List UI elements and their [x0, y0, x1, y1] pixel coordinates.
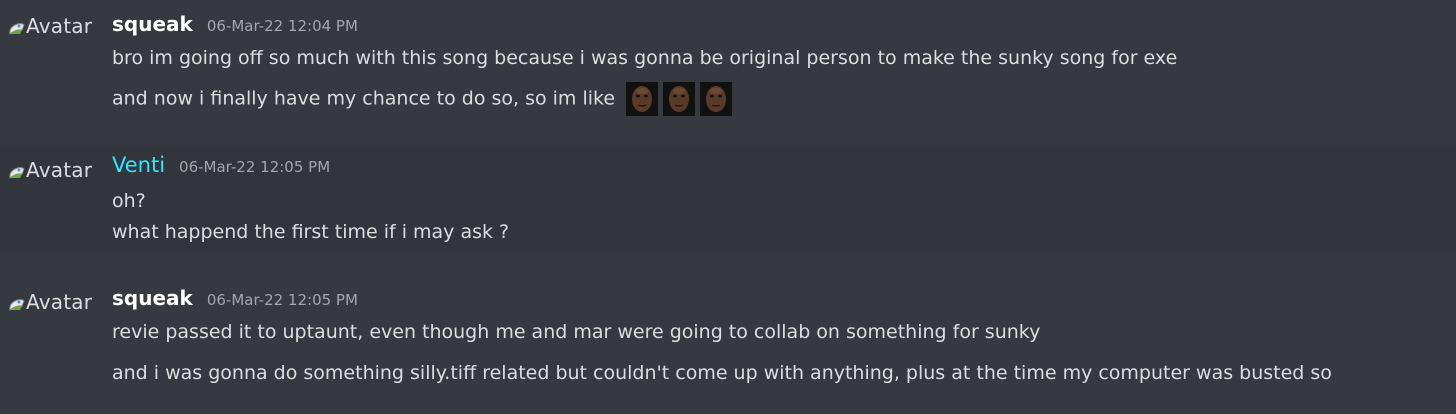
face-emoji-icon[interactable]: [700, 82, 733, 116]
message-group: Avatar Venti 06-Mar-22 12:05 PM oh? what…: [0, 146, 1456, 252]
username[interactable]: Venti: [112, 153, 165, 177]
username[interactable]: squeak: [112, 286, 193, 310]
message-text: oh?: [112, 190, 146, 212]
timestamp: 06-Mar-22 12:05 PM: [206, 291, 358, 309]
face-emoji-icon[interactable]: [626, 82, 659, 116]
timestamp: 06-Mar-22 12:04 PM: [206, 17, 358, 35]
broken-image-icon: [7, 294, 25, 311]
username[interactable]: squeak: [112, 12, 193, 36]
message-text: what happend the first time if i may ask…: [112, 221, 510, 243]
message-group: Avatar squeak 06-Mar-22 12:05 PM revie p…: [0, 266, 1456, 414]
message-text-with-emoji: and now i finally have my chance to do s…: [112, 82, 733, 116]
message-text: revie passed it to uptaunt, even though …: [112, 321, 1041, 343]
avatar[interactable]: Avatar: [7, 290, 92, 314]
avatar-alt-text: Avatar: [26, 14, 93, 38]
message-text: and now i finally have my chance to do s…: [112, 87, 616, 110]
message-header: squeak 06-Mar-22 12:05 PM: [112, 286, 358, 310]
avatar[interactable]: Avatar: [7, 158, 92, 182]
avatar[interactable]: Avatar: [7, 14, 92, 38]
timestamp: 06-Mar-22 12:05 PM: [179, 158, 331, 176]
message-text: and i was gonna do something silly.tiff …: [112, 362, 1332, 384]
message-header: Venti 06-Mar-22 12:05 PM: [112, 153, 330, 177]
avatar-alt-text: Avatar: [26, 290, 93, 314]
message-group: Avatar squeak 06-Mar-22 12:04 PM bro im …: [0, 0, 1456, 132]
message-text: bro im going off so much with this song …: [112, 47, 1178, 69]
avatar-alt-text: Avatar: [26, 158, 93, 182]
face-emoji-icon[interactable]: [663, 82, 696, 116]
broken-image-icon: [7, 162, 25, 179]
broken-image-icon: [7, 18, 25, 35]
message-header: squeak 06-Mar-22 12:04 PM: [112, 12, 358, 36]
